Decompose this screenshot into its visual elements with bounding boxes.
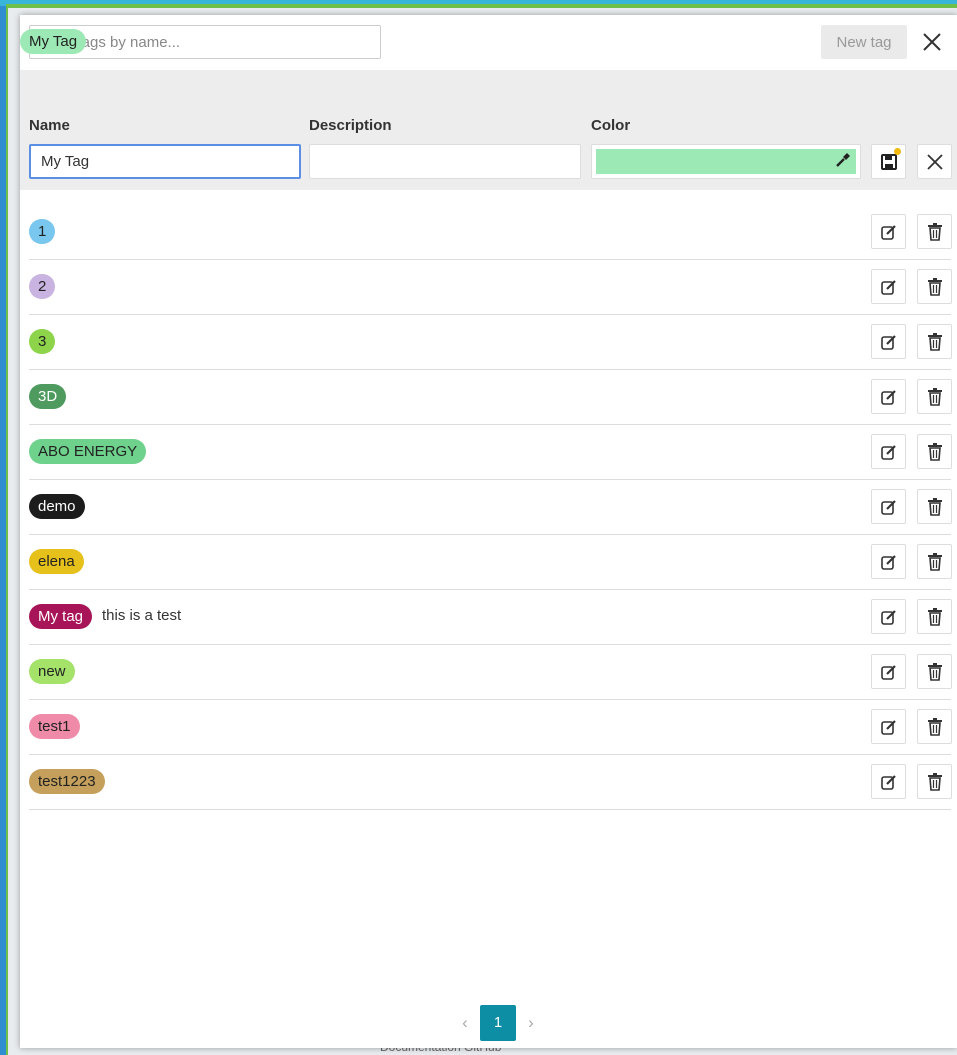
- edit-icon: [880, 279, 896, 295]
- color-swatch[interactable]: [596, 149, 856, 174]
- tag-row: My tag this is a test: [29, 590, 952, 645]
- tag-preview: My Tag: [20, 29, 87, 54]
- tag-manager-modal: New tag My Tag Name Description Color: [20, 15, 957, 1048]
- trash-icon: [927, 387, 942, 406]
- tag-row: elena: [29, 535, 952, 590]
- edit-icon: [880, 554, 896, 570]
- unsaved-indicator-dot: [894, 148, 901, 155]
- tag-pill: demo: [29, 494, 85, 519]
- tag-row: 2: [29, 260, 952, 315]
- edit-tag-button[interactable]: [871, 709, 906, 744]
- edit-tag-button[interactable]: [871, 764, 906, 799]
- chevron-right-icon[interactable]: ›: [516, 1013, 546, 1033]
- tag-color-field[interactable]: [591, 144, 861, 179]
- tag-pill: 2: [29, 274, 56, 299]
- trash-icon: [927, 497, 942, 516]
- modal-toolbar: New tag: [20, 15, 957, 70]
- trash-icon: [927, 662, 942, 681]
- delete-tag-button[interactable]: [917, 379, 952, 414]
- edit-tag-button[interactable]: [871, 654, 906, 689]
- name-label: Name: [29, 117, 70, 134]
- delete-tag-button[interactable]: [917, 544, 952, 579]
- close-icon: [926, 154, 943, 170]
- trash-icon: [927, 222, 942, 241]
- tag-pill: 1: [29, 219, 56, 244]
- pagination: ‹ 1 ›: [450, 1005, 546, 1041]
- tag-pill: 3D: [29, 384, 67, 409]
- delete-tag-button[interactable]: [917, 764, 952, 799]
- tag-row: ABO ENERGY: [29, 425, 952, 480]
- tag-pill: My tag: [29, 604, 93, 629]
- trash-icon: [927, 607, 942, 626]
- tag-pill: new: [29, 659, 75, 684]
- delete-tag-button[interactable]: [917, 269, 952, 304]
- edit-tag-button[interactable]: [871, 544, 906, 579]
- cancel-edit-button[interactable]: [917, 144, 952, 179]
- trash-icon: [927, 442, 942, 461]
- tag-list: 1 2 3 3D ABO ENERGY demo elena My tag this is a …: [29, 205, 952, 810]
- trash-icon: [927, 277, 942, 296]
- edit-tag-button[interactable]: [871, 214, 906, 249]
- edit-tag-button[interactable]: [871, 269, 906, 304]
- close-modal-button[interactable]: [917, 27, 947, 57]
- tag-description-field[interactable]: [309, 144, 581, 179]
- tag-row: 3: [29, 315, 952, 370]
- color-label: Color: [591, 117, 631, 134]
- tag-row: 1: [29, 205, 952, 260]
- edit-icon: [880, 664, 896, 680]
- tag-name-field[interactable]: [29, 144, 301, 179]
- edit-tag-button[interactable]: [871, 434, 906, 469]
- edit-tag-button[interactable]: [871, 489, 906, 524]
- description-label: Description: [309, 117, 392, 134]
- delete-tag-button[interactable]: [917, 654, 952, 689]
- page-1-button[interactable]: 1: [480, 1005, 516, 1041]
- edit-icon: [880, 224, 896, 240]
- tag-row: test1: [29, 700, 952, 755]
- edit-icon: [880, 609, 896, 625]
- edit-icon: [880, 719, 896, 735]
- edit-icon: [880, 334, 896, 350]
- edit-icon: [880, 774, 896, 790]
- eyedropper-icon[interactable]: [834, 151, 852, 174]
- edit-tag-button[interactable]: [871, 324, 906, 359]
- tag-row: demo: [29, 480, 952, 535]
- edit-tag-button[interactable]: [871, 599, 906, 634]
- delete-tag-button[interactable]: [917, 709, 952, 744]
- save-tag-button[interactable]: [871, 144, 906, 179]
- edit-icon: [880, 499, 896, 515]
- trash-icon: [927, 332, 942, 351]
- delete-tag-button[interactable]: [917, 434, 952, 469]
- tag-pill: 3: [29, 329, 56, 354]
- tag-pill: ABO ENERGY: [29, 439, 147, 464]
- trash-icon: [927, 717, 942, 736]
- chevron-left-icon[interactable]: ‹: [450, 1013, 480, 1033]
- edit-icon: [880, 444, 896, 460]
- new-tag-button[interactable]: New tag: [821, 25, 907, 59]
- trash-icon: [927, 552, 942, 571]
- delete-tag-button[interactable]: [917, 214, 952, 249]
- edit-icon: [880, 389, 896, 405]
- edit-tag-button[interactable]: [871, 379, 906, 414]
- close-icon: [923, 33, 941, 51]
- tag-pill: test1: [29, 714, 80, 739]
- tag-pill: elena: [29, 549, 84, 574]
- tag-row: test1223: [29, 755, 952, 810]
- tag-pill: test1223: [29, 769, 105, 794]
- floppy-disk-icon: [880, 154, 897, 170]
- delete-tag-button[interactable]: [917, 324, 952, 359]
- delete-tag-button[interactable]: [917, 489, 952, 524]
- tag-description: this is a test: [102, 607, 182, 624]
- delete-tag-button[interactable]: [917, 599, 952, 634]
- tag-row: new: [29, 645, 952, 700]
- tag-row: 3D: [29, 370, 952, 425]
- trash-icon: [927, 772, 942, 791]
